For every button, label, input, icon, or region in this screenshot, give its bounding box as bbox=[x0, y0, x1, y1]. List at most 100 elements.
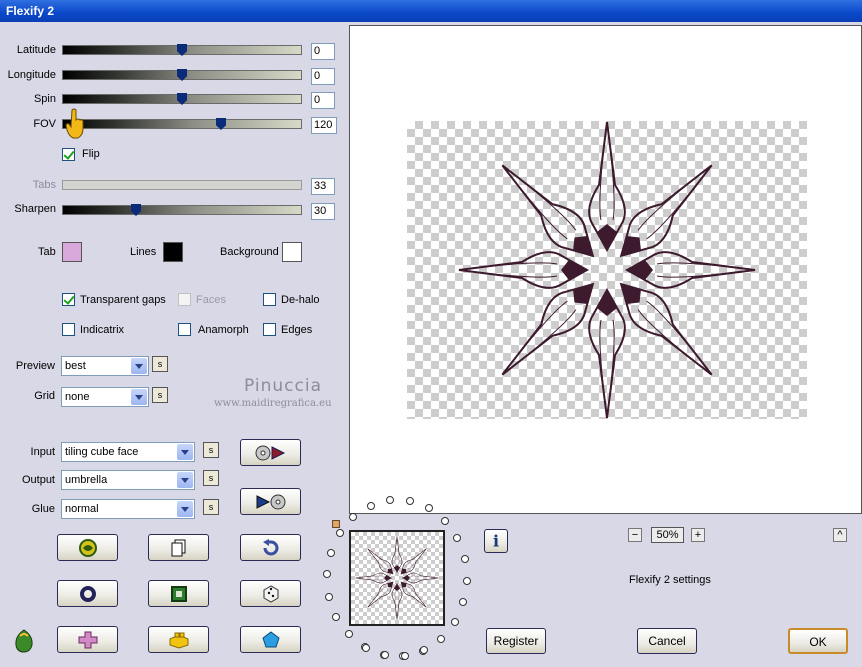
navigator-dot[interactable] bbox=[441, 517, 449, 525]
navigator-dot[interactable] bbox=[327, 549, 335, 557]
chevron-down-icon[interactable] bbox=[177, 444, 193, 460]
fov-slider-thumb[interactable] bbox=[216, 118, 226, 130]
glue-s-button[interactable]: s bbox=[203, 499, 219, 515]
register-button[interactable]: Register bbox=[486, 628, 546, 654]
zoom-level: 50% bbox=[651, 527, 684, 543]
navigator-thumbnail[interactable] bbox=[349, 530, 445, 626]
save-preset-button[interactable] bbox=[240, 488, 301, 515]
latitude-slider-thumb[interactable] bbox=[177, 44, 187, 56]
shape-button[interactable] bbox=[240, 626, 301, 653]
navigator-dot[interactable] bbox=[451, 618, 459, 626]
scroll-up-button[interactable]: ^ bbox=[833, 528, 847, 542]
sharpen-slider-thumb[interactable] bbox=[131, 204, 141, 216]
zoom-out-button[interactable]: − bbox=[628, 528, 642, 542]
flip-checkbox[interactable] bbox=[62, 148, 75, 161]
input-s-button[interactable]: s bbox=[203, 442, 219, 458]
navigator-handle[interactable] bbox=[332, 520, 340, 528]
navigator-dot[interactable] bbox=[406, 497, 414, 505]
preview-canvas[interactable] bbox=[349, 25, 862, 514]
navigator-dot[interactable] bbox=[463, 577, 471, 585]
navigator-dot[interactable] bbox=[381, 651, 389, 659]
star-arm-core bbox=[573, 284, 593, 304]
star-arm-lines bbox=[405, 586, 427, 608]
randomize-button[interactable] bbox=[57, 534, 118, 561]
navigator-dot[interactable] bbox=[459, 598, 467, 606]
star-arm bbox=[367, 581, 394, 608]
tabs-value[interactable]: 33 bbox=[311, 178, 335, 195]
spin-slider-thumb[interactable] bbox=[177, 93, 187, 105]
tabs-label: Tabs bbox=[32, 179, 56, 191]
navigator-dot[interactable] bbox=[401, 652, 409, 660]
transparent-gaps-checkbox[interactable] bbox=[62, 293, 75, 306]
navigator-dot[interactable] bbox=[336, 529, 344, 537]
navigator-dot[interactable] bbox=[323, 570, 331, 578]
glue-select[interactable]: normal bbox=[61, 499, 195, 519]
grid-s-button[interactable]: s bbox=[152, 387, 168, 403]
preview-select[interactable]: best bbox=[61, 356, 149, 376]
latitude-slider[interactable] bbox=[62, 44, 302, 56]
navigator-dot[interactable] bbox=[367, 502, 375, 510]
cancel-button[interactable]: Cancel bbox=[637, 628, 697, 654]
sharpen-value[interactable]: 30 bbox=[311, 203, 335, 220]
dice-icon bbox=[263, 584, 278, 603]
dehalo-checkbox[interactable] bbox=[263, 293, 276, 306]
grid-label: Grid bbox=[34, 390, 55, 402]
output-s-button[interactable]: s bbox=[203, 470, 219, 486]
anamorph-checkbox[interactable] bbox=[178, 323, 191, 336]
spin-slider[interactable] bbox=[62, 93, 302, 105]
move-button[interactable] bbox=[57, 626, 118, 653]
cross-icon bbox=[78, 631, 97, 648]
chevron-down-icon[interactable] bbox=[177, 501, 193, 517]
frame-button[interactable] bbox=[148, 580, 209, 607]
background-color-swatch[interactable] bbox=[282, 242, 302, 262]
tab-color-swatch[interactable] bbox=[62, 242, 82, 262]
glue-label: Glue bbox=[31, 503, 55, 515]
navigator-dot[interactable] bbox=[437, 635, 445, 643]
fov-value[interactable]: 120 bbox=[311, 117, 337, 134]
latitude-value[interactable]: 0 bbox=[311, 43, 335, 60]
hand-pointer-icon bbox=[65, 108, 84, 139]
flaming-pear-logo-icon bbox=[15, 629, 33, 653]
copy-button[interactable] bbox=[148, 534, 209, 561]
indicatrix-checkbox[interactable] bbox=[62, 323, 75, 336]
star-arm-lines bbox=[394, 536, 400, 565]
navigator-dot[interactable] bbox=[453, 534, 461, 542]
navigator-dot[interactable] bbox=[425, 504, 433, 512]
navigator-dot[interactable] bbox=[461, 555, 469, 563]
chevron-down-icon[interactable] bbox=[177, 472, 193, 488]
navigator-dot[interactable] bbox=[362, 644, 370, 652]
navigator-dot[interactable] bbox=[420, 646, 428, 654]
tab-color-label: Tab bbox=[38, 246, 56, 258]
navigator-dot[interactable] bbox=[349, 513, 357, 521]
input-select[interactable]: tiling cube face bbox=[61, 442, 195, 462]
ok-button[interactable]: OK bbox=[788, 628, 848, 654]
circle-button[interactable] bbox=[57, 580, 118, 607]
lines-color-swatch[interactable] bbox=[163, 242, 183, 262]
load-preset-button[interactable] bbox=[240, 439, 301, 466]
preview-s-button[interactable]: s bbox=[152, 356, 168, 372]
fov-slider[interactable] bbox=[62, 118, 302, 130]
info-button[interactable]: i bbox=[484, 529, 508, 553]
undo-button[interactable] bbox=[240, 534, 301, 561]
dice-button[interactable] bbox=[240, 580, 301, 607]
navigator-dot[interactable] bbox=[325, 593, 333, 601]
navigator-dot[interactable] bbox=[386, 496, 394, 504]
longitude-value[interactable]: 0 bbox=[311, 68, 335, 85]
sharpen-slider[interactable] bbox=[62, 204, 302, 216]
ring-icon bbox=[79, 585, 96, 602]
navigator-dot[interactable] bbox=[332, 613, 340, 621]
edges-checkbox[interactable] bbox=[263, 323, 276, 336]
output-select[interactable]: umbrella bbox=[61, 470, 195, 490]
zoom-in-button[interactable]: + bbox=[691, 528, 705, 542]
spin-value[interactable]: 0 bbox=[311, 92, 335, 109]
brick-button[interactable] bbox=[148, 626, 209, 653]
disc-arrow-icon bbox=[255, 445, 285, 460]
longitude-slider-thumb[interactable] bbox=[177, 69, 187, 81]
grid-select[interactable]: none bbox=[61, 387, 149, 407]
title-bar: Flexify 2 bbox=[0, 0, 862, 22]
chevron-down-icon[interactable] bbox=[131, 358, 147, 374]
chevron-down-icon[interactable] bbox=[131, 389, 147, 405]
navigator-dot[interactable] bbox=[345, 630, 353, 638]
longitude-slider[interactable] bbox=[62, 69, 302, 81]
flexify-result-image bbox=[458, 121, 756, 419]
